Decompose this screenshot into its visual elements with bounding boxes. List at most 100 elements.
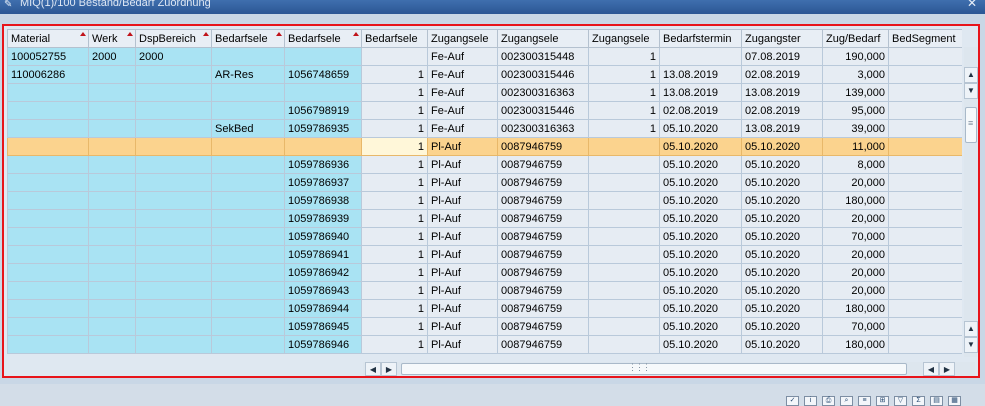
cell-werk[interactable] [88,137,136,156]
cell-bedtermin[interactable]: 05.10.2020 [659,119,742,138]
cell-zugter[interactable]: 05.10.2020 [741,173,823,192]
table-row[interactable]: 1056798919 1 Fe-Auf 002300315446 1 02.08.2019… [7,101,962,120]
cell-werk[interactable] [88,209,136,228]
scroll-left-icon[interactable]: ◀ [365,362,381,376]
cell-material[interactable] [7,191,89,210]
cell-bed2[interactable]: 1059786936 [284,155,362,174]
cell-bed3[interactable]: 1 [361,65,428,84]
table-row[interactable]: 1059786942 1 Pl-Auf 0087946759 05.10.2020 05.… [7,263,962,282]
cell-bed2[interactable]: 1059786944 [284,299,362,318]
cell-zugbed[interactable]: 20,000 [822,209,889,228]
cell-bedseg[interactable] [888,119,962,138]
cell-bed1[interactable] [211,227,285,246]
cell-zugter[interactable]: 02.08.2019 [741,101,823,120]
cell-bed1[interactable] [211,83,285,102]
cell-zug3[interactable]: 1 [588,83,660,102]
cell-dsp[interactable]: 2000 [135,47,212,66]
vertical-scrollbar[interactable]: ▲ ▼ ▲ ▼ [964,47,978,357]
cell-dsp[interactable] [135,119,212,138]
cell-zug1[interactable]: Pl-Auf [427,263,498,282]
cell-zug1[interactable]: Fe-Auf [427,119,498,138]
cell-bedseg[interactable] [888,137,962,156]
cell-bed1[interactable] [211,191,285,210]
cell-zug2[interactable]: 002300315448 [497,47,589,66]
table-row[interactable]: 1059786940 1 Pl-Auf 0087946759 05.10.2020 05.… [7,227,962,246]
cell-zug1[interactable]: Pl-Auf [427,317,498,336]
grid-icon[interactable]: ▦ [948,396,961,406]
cell-bed3[interactable]: 1 [361,83,428,102]
cell-material[interactable] [7,317,89,336]
cell-bed2[interactable] [284,47,362,66]
column-header-zugbed[interactable]: Zug/Bedarf [822,29,889,48]
cell-material[interactable] [7,299,89,318]
cell-material[interactable]: 100052755 [7,47,89,66]
cell-bedseg[interactable] [888,245,962,264]
cell-werk[interactable] [88,83,136,102]
cell-zugter[interactable]: 05.10.2020 [741,335,823,354]
cell-bed1[interactable] [211,335,285,354]
cell-zugter[interactable]: 13.08.2019 [741,83,823,102]
cell-werk[interactable]: 2000 [88,47,136,66]
layout-icon[interactable]: ▤ [930,396,943,406]
cell-material[interactable] [7,263,89,282]
column-header-bed1[interactable]: Bedarfsele [211,29,285,48]
cell-bedseg[interactable] [888,83,962,102]
cell-bedseg[interactable] [888,263,962,282]
scroll-right-icon[interactable]: ▶ [381,362,397,376]
cell-bedtermin[interactable]: 05.10.2020 [659,191,742,210]
column-header-zugter[interactable]: Zugangster [741,29,823,48]
cell-bed1[interactable]: AR-Res [211,65,285,84]
cell-zug2[interactable]: 0087946759 [497,191,589,210]
cell-bedseg[interactable] [888,65,962,84]
table-row[interactable]: 1 Fe-Auf 002300316363 1 13.08.2019 13.08.2019… [7,83,962,102]
table-row[interactable]: 100052755 2000 2000 Fe-Auf 002300315448 1 07.0… [7,47,962,66]
cell-zug3[interactable] [588,245,660,264]
cell-bed3[interactable]: 1 [361,263,428,282]
cell-zugbed[interactable]: 95,000 [822,101,889,120]
cell-zugter[interactable]: 05.10.2020 [741,155,823,174]
cell-bed3[interactable]: 1 [361,119,428,138]
cell-bed2[interactable] [284,83,362,102]
cell-bedseg[interactable] [888,173,962,192]
export-icon[interactable]: ⊞ [876,396,889,406]
cell-material[interactable] [7,209,89,228]
cell-bedtermin[interactable]: 05.10.2020 [659,137,742,156]
scroll-down-icon[interactable]: ▼ [964,83,978,99]
info-icon[interactable]: i [804,396,817,406]
scroll-down-icon[interactable]: ▼ [964,337,978,353]
cell-bedseg[interactable] [888,191,962,210]
cell-bedseg[interactable] [888,209,962,228]
column-header-bed2[interactable]: Bedarfsele [284,29,362,48]
cell-bedtermin[interactable]: 13.08.2019 [659,83,742,102]
cell-bed3[interactable]: 1 [361,209,428,228]
cell-werk[interactable] [88,173,136,192]
cell-werk[interactable] [88,191,136,210]
cell-zug3[interactable] [588,191,660,210]
table-row[interactable]: 110006286 AR-Res 1056748659 1 Fe-Auf 00230031… [7,65,962,84]
cell-zugbed[interactable]: 190,000 [822,47,889,66]
column-header-zug1[interactable]: Zugangsele [427,29,498,48]
cell-zug1[interactable]: Pl-Auf [427,245,498,264]
cell-zug2[interactable]: 0087946759 [497,317,589,336]
cell-bed2[interactable]: 1059786945 [284,317,362,336]
cell-zug1[interactable]: Fe-Auf [427,101,498,120]
cell-bed2[interactable]: 1059786937 [284,173,362,192]
cell-zugbed[interactable]: 70,000 [822,317,889,336]
cell-zug1[interactable]: Pl-Auf [427,173,498,192]
cell-zugbed[interactable]: 3,000 [822,65,889,84]
cell-bedtermin[interactable]: 05.10.2020 [659,227,742,246]
cell-zug1[interactable]: Fe-Auf [427,47,498,66]
cell-zug3[interactable]: 1 [588,119,660,138]
cell-zugter[interactable]: 05.10.2020 [741,227,823,246]
cell-zug2[interactable]: 0087946759 [497,173,589,192]
cell-zugbed[interactable]: 8,000 [822,155,889,174]
cell-zugbed[interactable]: 180,000 [822,335,889,354]
scroll-up-icon[interactable]: ▲ [964,67,978,83]
cell-dsp[interactable] [135,209,212,228]
column-header-bedtermin[interactable]: Bedarfstermin [659,29,742,48]
cell-bed3[interactable]: 1 [361,317,428,336]
cell-bedseg[interactable] [888,101,962,120]
cell-dsp[interactable] [135,281,212,300]
table-row[interactable]: 1 Pl-Auf 0087946759 05.10.2020 05.10.2020 11,… [7,137,962,156]
cell-zug3[interactable] [588,317,660,336]
